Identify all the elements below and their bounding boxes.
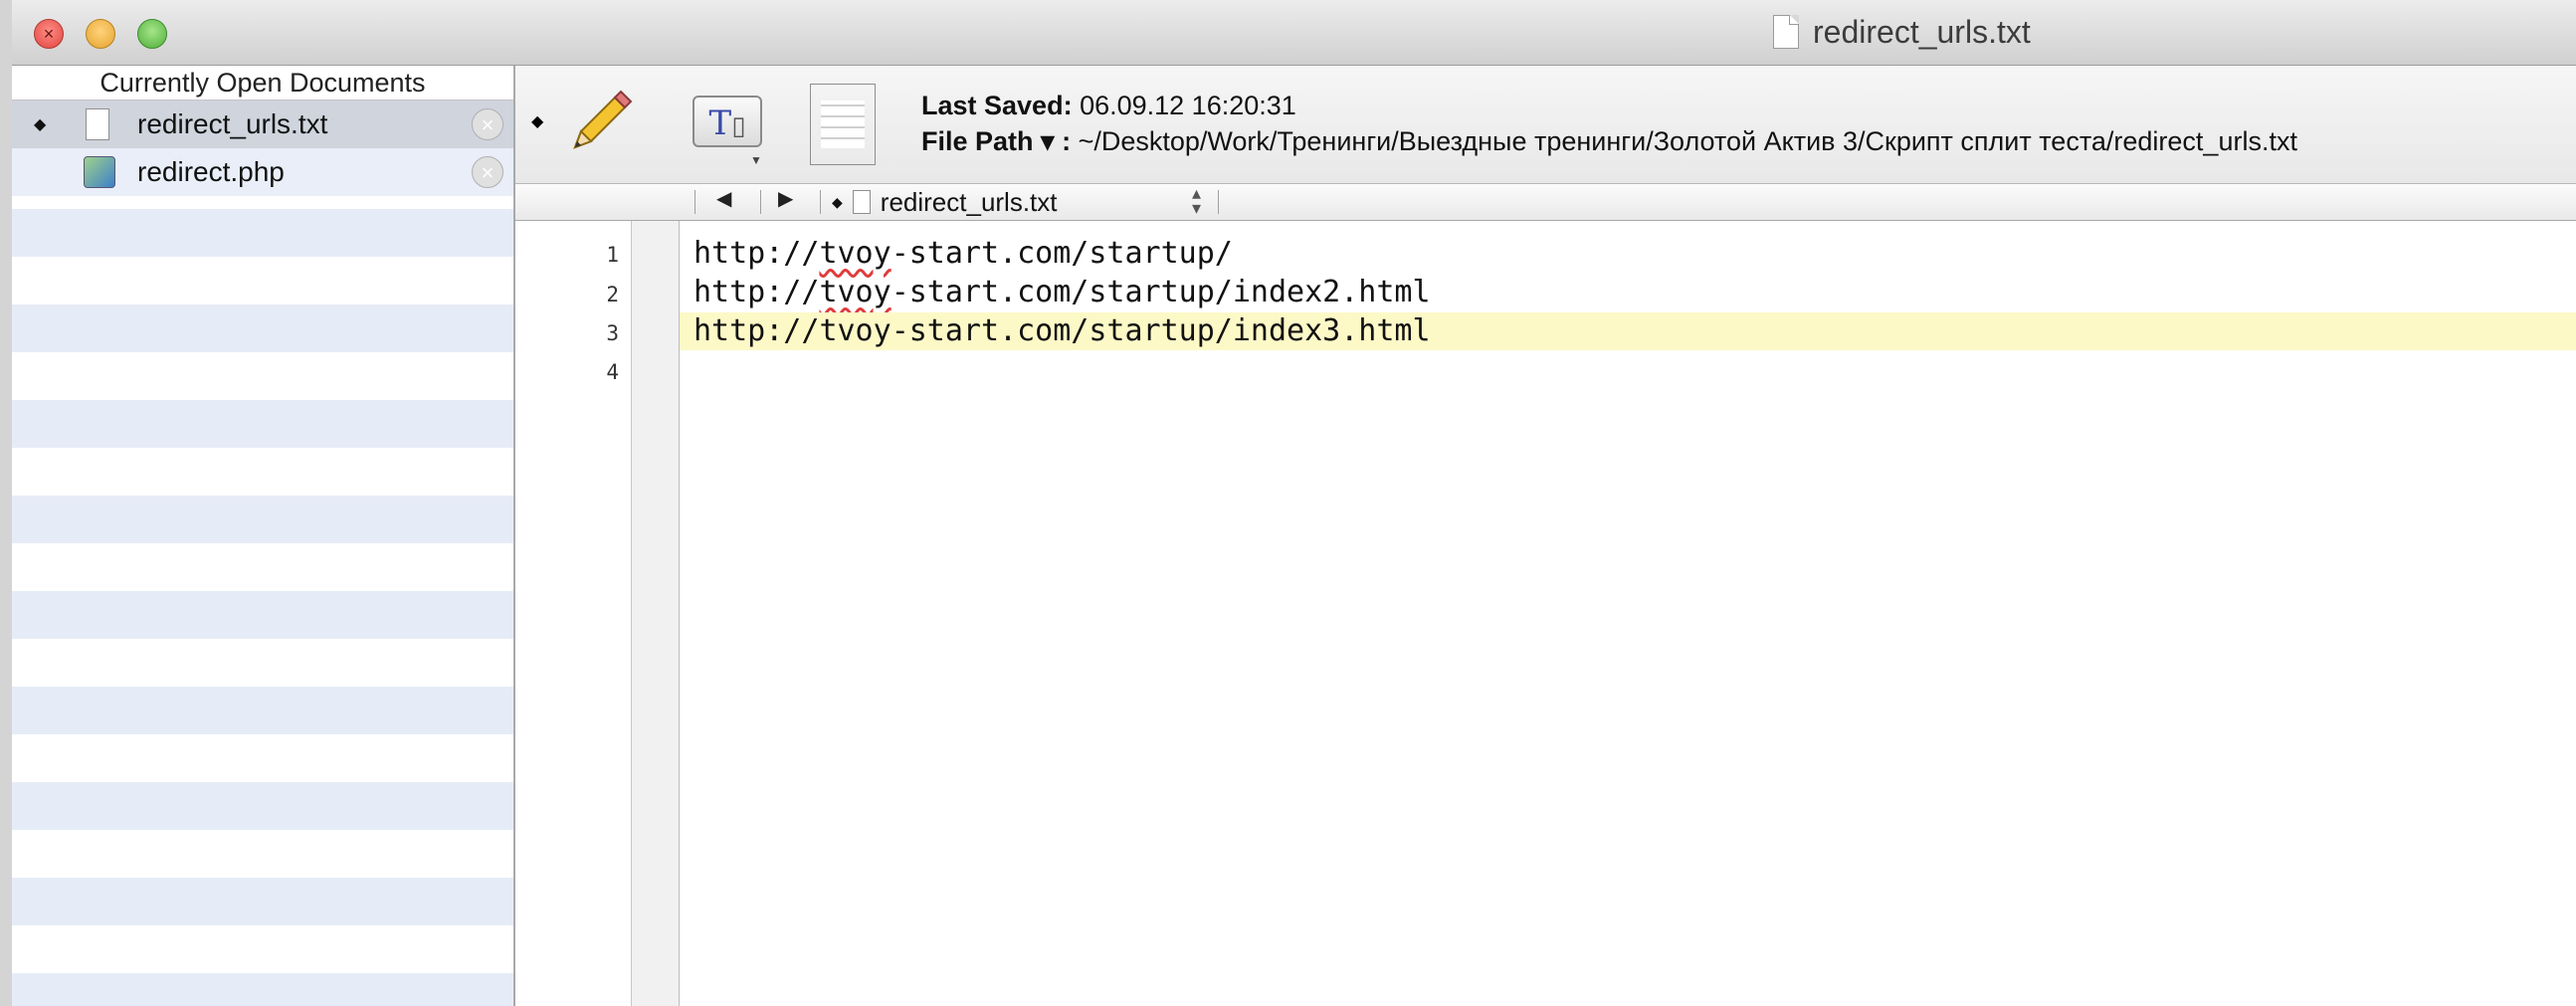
divider [1218,190,1219,214]
code-text: -start.com/startup/index3.html [891,313,1431,348]
code-line[interactable]: http://tvoy-start.com/startup/ [680,235,2576,273]
code-text: -start.com/startup/ [891,236,1233,271]
code-text: http:// [694,236,820,271]
line-number-gutter: 1 2 3 4 [515,221,632,1006]
code-text: tvoy [819,313,892,348]
text-options-label: T [708,103,732,143]
previous-document-button[interactable]: ◀ [716,186,731,211]
line-number: 3 [606,321,619,345]
sidebar-item-label: redirect.php [137,156,285,187]
fold-gutter[interactable] [632,221,680,1006]
close-document-icon[interactable]: × [472,156,503,188]
code-area[interactable]: http://tvoy-start.com/startup/ http://tv… [680,221,2576,1006]
sidebar-item-redirect-php[interactable]: redirect.php × [12,148,513,196]
line-number: 2 [606,283,619,306]
code-line-current[interactable]: http://tvoy-start.com/startup/index3.htm… [680,312,2576,350]
text-editor: 1 2 3 4 http://tvoy-start.com/startup/ h… [515,221,2576,1006]
sidebar-item-redirect-urls[interactable]: ◆ redirect_urls.txt × [12,101,513,148]
title-bar: × redirect_urls.txt [12,0,2576,66]
window-title: redirect_urls.txt [1773,14,2031,50]
divider [694,190,695,214]
code-text: -start.com/startup/index2.html [891,275,1431,309]
line-number: 4 [606,360,619,384]
modified-dot-icon: ◆ [34,116,47,133]
dropdown-arrow-icon: ▼ [750,153,762,167]
modified-dot-icon: ◆ [832,193,843,210]
document-toolbar: ◆ T▯ ▼ Last Saved: 06.09.12 16:20:31 Fil… [515,66,2576,184]
text-options-button[interactable]: T▯ [693,96,762,147]
next-document-button[interactable]: ▶ [778,186,793,211]
close-document-icon[interactable]: × [472,108,503,140]
code-line[interactable] [680,351,2576,389]
navigation-bar: ◀ ▶ ◆ redirect_urls.txt ▴ ▾ [515,184,2576,221]
close-window-button[interactable]: × [34,19,64,49]
document-popup[interactable]: ◆ redirect_urls.txt [832,184,1058,220]
open-documents-sidebar: Currently Open Documents ◆ redirect_urls… [12,66,515,1006]
spelling-error: tvoy [819,236,892,271]
sidebar-item-label: redirect_urls.txt [137,108,328,139]
updown-chevron-icon: ▴ ▾ [1192,183,1202,218]
divider [820,190,821,214]
last-saved-value: 06.09.12 16:20:31 [1080,91,1296,120]
line-number: 1 [606,243,619,267]
last-saved-label: Last Saved: [921,91,1073,120]
modified-dot-icon: ◆ [531,113,544,130]
document-info: Last Saved: 06.09.12 16:20:31 File Path … [921,88,2297,159]
code-text: http:// [694,275,820,309]
zoom-window-button[interactable] [137,19,167,49]
file-path-value: ~/Desktop/Work/Тренинги/Выездные тренинг… [1078,126,2297,156]
document-icon [1773,15,1799,49]
file-path-popup[interactable]: File Path ▾ : [921,126,1071,156]
minimize-window-button[interactable] [86,19,115,49]
code-line[interactable]: http://tvoy-start.com/startup/index2.htm… [680,274,2576,311]
spelling-error: tvoy [819,275,892,309]
window-title-text: redirect_urls.txt [1813,13,2031,50]
editor-window: × redirect_urls.txt Currently Open Docum… [12,0,2576,1006]
code-text: http:// [694,313,820,348]
sidebar-header: Currently Open Documents [12,66,513,101]
php-document-icon [84,156,115,188]
pencil-icon[interactable] [567,88,633,153]
document-popup-label: redirect_urls.txt [880,186,1058,217]
text-document-icon [852,190,871,214]
divider [760,190,761,214]
text-document-icon [86,108,109,140]
document-info-icon[interactable] [810,84,876,165]
